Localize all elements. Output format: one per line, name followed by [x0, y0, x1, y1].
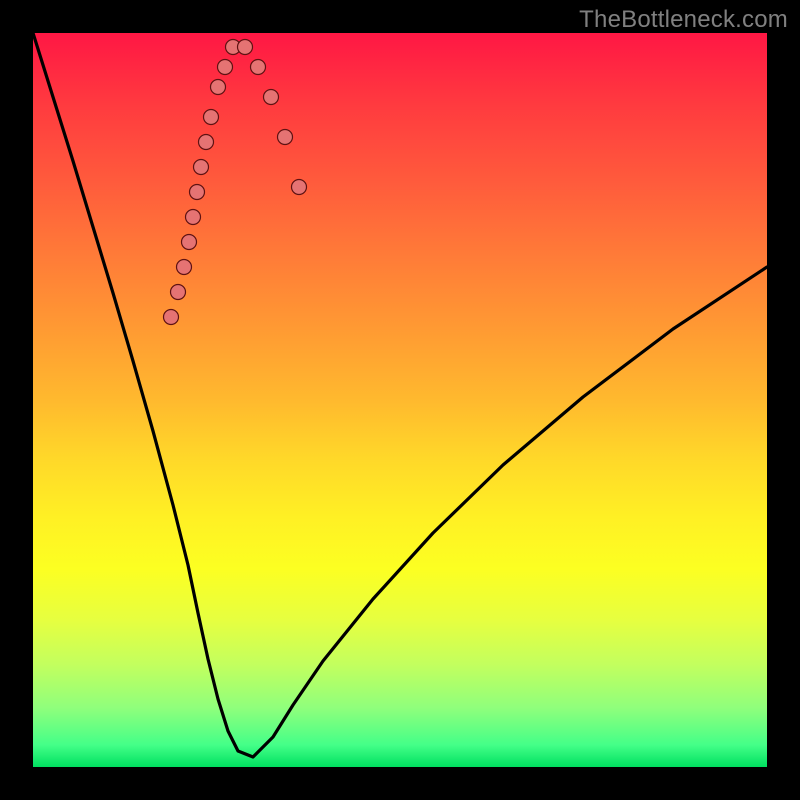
chart-frame: TheBottleneck.com — [0, 0, 800, 800]
watermark-label: TheBottleneck.com — [579, 6, 788, 34]
plot-background — [33, 33, 767, 767]
